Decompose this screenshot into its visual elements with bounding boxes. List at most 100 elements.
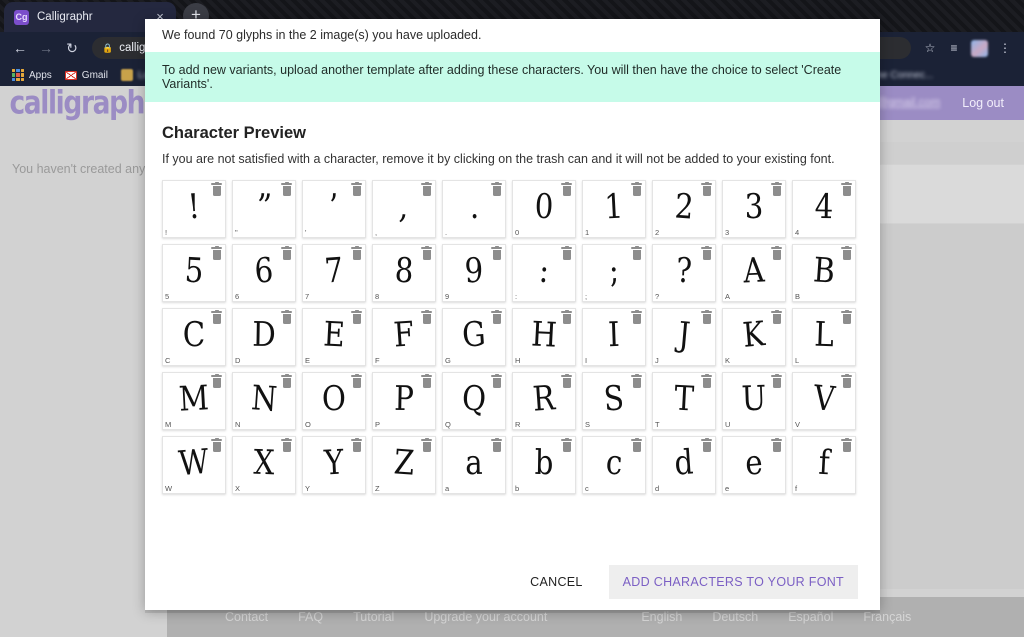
trash-icon[interactable] bbox=[421, 309, 432, 324]
bookmark-item[interactable]: Apps bbox=[7, 66, 57, 84]
trash-icon[interactable] bbox=[701, 181, 712, 196]
character-tile[interactable]: ff bbox=[792, 436, 856, 494]
character-tile[interactable]: ee bbox=[722, 436, 786, 494]
trash-icon[interactable] bbox=[281, 309, 292, 324]
trash-icon[interactable] bbox=[211, 437, 222, 452]
trash-icon[interactable] bbox=[771, 309, 782, 324]
reload-icon[interactable]: ↻ bbox=[60, 36, 84, 60]
trash-icon[interactable] bbox=[701, 309, 712, 324]
trash-icon[interactable] bbox=[701, 245, 712, 260]
trash-icon[interactable] bbox=[561, 181, 572, 196]
trash-icon[interactable] bbox=[841, 181, 852, 196]
avatar[interactable] bbox=[971, 39, 988, 57]
character-tile[interactable]: ’ ' bbox=[302, 180, 366, 238]
trash-icon[interactable] bbox=[841, 245, 852, 260]
character-tile[interactable]: DD bbox=[232, 308, 296, 366]
trash-icon[interactable] bbox=[351, 181, 362, 196]
bookmark-star-icon[interactable]: ☆ bbox=[919, 37, 941, 59]
character-tile[interactable]: 11 bbox=[582, 180, 646, 238]
trash-icon[interactable] bbox=[281, 181, 292, 196]
trash-icon[interactable] bbox=[841, 373, 852, 388]
character-tile[interactable]: ;; bbox=[582, 244, 646, 302]
character-tile[interactable]: 88 bbox=[372, 244, 436, 302]
character-tile[interactable]: bb bbox=[512, 436, 576, 494]
character-tile[interactable]: RR bbox=[512, 372, 576, 430]
trash-icon[interactable] bbox=[491, 245, 502, 260]
forward-icon[interactable]: → bbox=[34, 36, 58, 60]
character-tile[interactable]: JJ bbox=[652, 308, 716, 366]
trash-icon[interactable] bbox=[351, 437, 362, 452]
trash-icon[interactable] bbox=[351, 309, 362, 324]
character-tile[interactable]: EE bbox=[302, 308, 366, 366]
trash-icon[interactable] bbox=[561, 437, 572, 452]
character-tile[interactable]: AA bbox=[722, 244, 786, 302]
trash-icon[interactable] bbox=[421, 437, 432, 452]
character-tile[interactable]: GG bbox=[442, 308, 506, 366]
trash-icon[interactable] bbox=[281, 245, 292, 260]
character-tile[interactable]: LL bbox=[792, 308, 856, 366]
character-tile[interactable]: NN bbox=[232, 372, 296, 430]
trash-icon[interactable] bbox=[491, 437, 502, 452]
character-tile[interactable]: ZZ bbox=[372, 436, 436, 494]
reading-list-icon[interactable]: ≡ bbox=[943, 37, 965, 59]
character-tile[interactable]: 22 bbox=[652, 180, 716, 238]
cancel-button[interactable]: CANCEL bbox=[520, 566, 593, 598]
character-tile[interactable]: YY bbox=[302, 436, 366, 494]
trash-icon[interactable] bbox=[631, 309, 642, 324]
trash-icon[interactable] bbox=[211, 245, 222, 260]
character-tile[interactable]: UU bbox=[722, 372, 786, 430]
trash-icon[interactable] bbox=[631, 245, 642, 260]
trash-icon[interactable] bbox=[561, 373, 572, 388]
character-tile[interactable]: WW bbox=[162, 436, 226, 494]
trash-icon[interactable] bbox=[421, 181, 432, 196]
character-tile[interactable]: SS bbox=[582, 372, 646, 430]
trash-icon[interactable] bbox=[631, 437, 642, 452]
character-tile[interactable]: 33 bbox=[722, 180, 786, 238]
character-tile[interactable]: .. bbox=[442, 180, 506, 238]
bookmark-item[interactable]: Gmail bbox=[60, 66, 113, 84]
character-tile[interactable]: ?? bbox=[652, 244, 716, 302]
trash-icon[interactable] bbox=[211, 181, 222, 196]
character-tile[interactable]: 00 bbox=[512, 180, 576, 238]
trash-icon[interactable] bbox=[841, 309, 852, 324]
character-tile[interactable]: XX bbox=[232, 436, 296, 494]
logo[interactable]: calligraphr bbox=[0, 86, 167, 120]
trash-icon[interactable] bbox=[771, 245, 782, 260]
trash-icon[interactable] bbox=[491, 181, 502, 196]
character-tile[interactable]: VV bbox=[792, 372, 856, 430]
character-tile[interactable]: FF bbox=[372, 308, 436, 366]
character-tile[interactable]: ,, bbox=[372, 180, 436, 238]
character-tile[interactable]: 55 bbox=[162, 244, 226, 302]
character-tile[interactable]: TT bbox=[652, 372, 716, 430]
trash-icon[interactable] bbox=[631, 373, 642, 388]
back-icon[interactable]: ← bbox=[8, 36, 32, 60]
character-tile[interactable]: dd bbox=[652, 436, 716, 494]
trash-icon[interactable] bbox=[211, 309, 222, 324]
trash-icon[interactable] bbox=[491, 373, 502, 388]
trash-icon[interactable] bbox=[701, 437, 712, 452]
character-tile[interactable]: MM bbox=[162, 372, 226, 430]
character-tile[interactable]: PP bbox=[372, 372, 436, 430]
trash-icon[interactable] bbox=[421, 373, 432, 388]
character-tile[interactable]: QQ bbox=[442, 372, 506, 430]
character-tile[interactable]: 66 bbox=[232, 244, 296, 302]
add-characters-button[interactable]: ADD CHARACTERS TO YOUR FONT bbox=[608, 564, 858, 599]
character-tile[interactable]: aa bbox=[442, 436, 506, 494]
trash-icon[interactable] bbox=[281, 437, 292, 452]
trash-icon[interactable] bbox=[211, 373, 222, 388]
chrome-menu-icon[interactable]: ⋮ bbox=[994, 37, 1016, 59]
trash-icon[interactable] bbox=[351, 245, 362, 260]
trash-icon[interactable] bbox=[281, 373, 292, 388]
character-tile[interactable]: ” " bbox=[232, 180, 296, 238]
character-tile[interactable]: II bbox=[582, 308, 646, 366]
trash-icon[interactable] bbox=[771, 437, 782, 452]
character-tile[interactable]: :: bbox=[512, 244, 576, 302]
trash-icon[interactable] bbox=[561, 245, 572, 260]
character-tile[interactable]: cc bbox=[582, 436, 646, 494]
trash-icon[interactable] bbox=[771, 181, 782, 196]
character-tile[interactable]: BB bbox=[792, 244, 856, 302]
character-tile[interactable]: 77 bbox=[302, 244, 366, 302]
trash-icon[interactable] bbox=[351, 373, 362, 388]
trash-icon[interactable] bbox=[841, 437, 852, 452]
trash-icon[interactable] bbox=[561, 309, 572, 324]
